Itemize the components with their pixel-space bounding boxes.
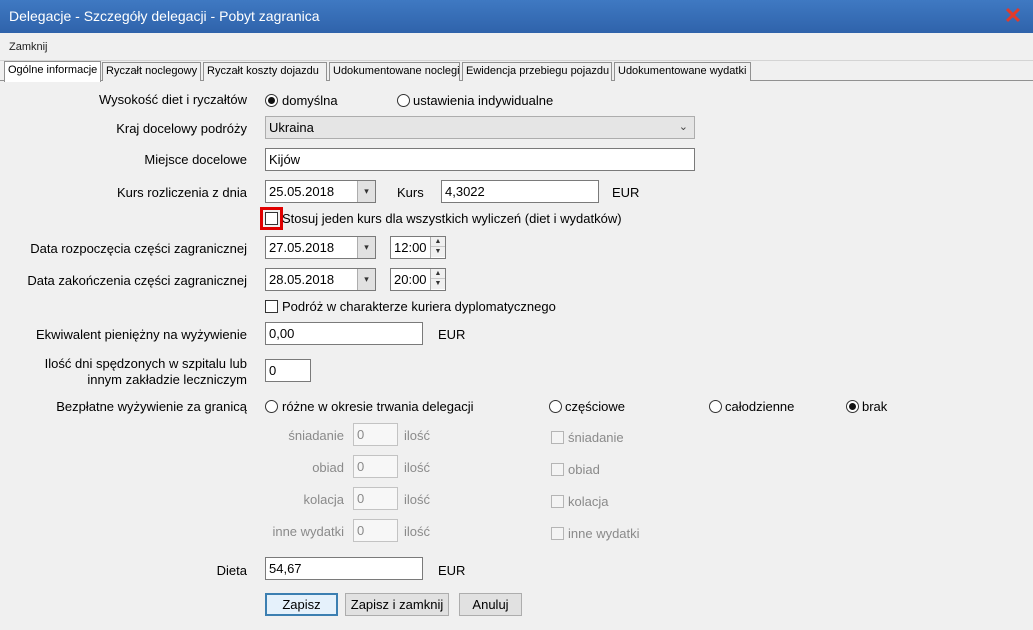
rate-date-picker[interactable]: 25.05.2018 ▾ — [265, 180, 376, 203]
place-input[interactable]: Kijów — [265, 148, 695, 171]
food-equiv-currency: EUR — [438, 327, 466, 342]
meal-dinner-label: kolacja — [303, 492, 344, 507]
radio-free-food-varied-label: różne w okresie trwania delegacji — [282, 399, 474, 414]
courier-checkbox[interactable] — [265, 300, 278, 313]
save-button[interactable]: Zapisz — [265, 593, 338, 616]
end-label: Data zakończenia części zagranicznej — [27, 273, 247, 288]
calendar-dropdown-icon[interactable]: ▾ — [357, 269, 375, 290]
end-time-spinner[interactable]: ▲ ▼ — [430, 269, 445, 290]
meal-other-qty[interactable]: 0 — [353, 519, 398, 542]
meal-other-qty-label: ilość — [404, 524, 431, 539]
start-time-spinner[interactable]: ▲ ▼ — [430, 237, 445, 258]
radio-rates-custom[interactable] — [397, 94, 410, 107]
meal-breakfast-check-label: śniadanie — [568, 430, 624, 445]
hospital-days-input[interactable]: 0 — [265, 359, 311, 382]
meal-dinner-checkbox[interactable] — [551, 495, 564, 508]
country-label: Kraj docelowy podróży — [116, 121, 247, 136]
spin-up-icon[interactable]: ▲ — [431, 237, 445, 247]
radio-free-food-partial-label: częściowe — [565, 399, 625, 414]
tab-lodging-lump[interactable]: Ryczałt noclegowy — [102, 62, 201, 81]
tab-general[interactable]: Ogólne informacje — [4, 61, 101, 82]
start-date-value: 27.05.2018 — [269, 240, 335, 255]
spin-down-icon[interactable]: ▼ — [431, 247, 445, 257]
meal-other-checkbox[interactable] — [551, 527, 564, 540]
food-equiv-input[interactable]: 0,00 — [265, 322, 423, 345]
meal-lunch-check-label: obiad — [568, 462, 600, 477]
menu-close[interactable]: Zamknij — [9, 41, 48, 53]
cancel-button[interactable]: Anuluj — [459, 593, 522, 616]
tab-travel-lump[interactable]: Ryczałt koszty dojazdu — [203, 62, 327, 81]
end-time-value: 20:00 — [394, 272, 427, 287]
meal-other-label: inne wydatki — [272, 524, 344, 539]
diet-input[interactable]: 54,67 — [265, 557, 423, 580]
start-label: Data rozpoczęcia części zagranicznej — [30, 241, 247, 256]
radio-rates-default[interactable] — [265, 94, 278, 107]
meal-breakfast-qty-label: ilość — [404, 428, 431, 443]
meal-other-check-label: inne wydatki — [568, 526, 640, 541]
diet-label: Dieta — [216, 563, 247, 578]
meal-breakfast-checkbox[interactable] — [551, 431, 564, 444]
close-x-icon[interactable]: ✕ — [1003, 5, 1023, 27]
start-date-picker[interactable]: 27.05.2018 ▾ — [265, 236, 376, 259]
meal-breakfast-qty[interactable]: 0 — [353, 423, 398, 446]
tab-documented-expenses[interactable]: Udokumentowane wydatki — [614, 62, 751, 81]
meal-lunch-qty-label: ilość — [404, 460, 431, 475]
radio-free-food-full[interactable] — [709, 400, 722, 413]
spin-up-icon[interactable]: ▲ — [431, 269, 445, 279]
start-time-value: 12:00 — [394, 240, 427, 255]
meal-dinner-qty-label: ilość — [404, 492, 431, 507]
save-close-button[interactable]: Zapisz i zamknij — [345, 593, 449, 616]
meal-lunch-checkbox[interactable] — [551, 463, 564, 476]
radio-free-food-none-label: brak — [862, 399, 888, 414]
country-value: Ukraina — [269, 120, 314, 135]
tab-documented-lodging[interactable]: Udokumentowane noclegi — [329, 62, 460, 81]
radio-free-food-full-label: całodzienne — [725, 399, 795, 414]
radio-rates-default-label: domyślna — [282, 93, 338, 108]
kurs-currency: EUR — [612, 185, 640, 200]
meal-lunch-label: obiad — [312, 460, 344, 475]
single-rate-label: Stosuj jeden kurs dla wszystkich wylicze… — [282, 211, 622, 226]
single-rate-checkbox[interactable] — [265, 212, 278, 225]
start-time-input[interactable]: 12:00 ▲ ▼ — [390, 236, 446, 259]
chevron-down-icon: ⌄ — [678, 121, 688, 133]
kurs-label: Kurs — [397, 185, 424, 200]
free-food-label: Bezpłatne wyżywienie za granicą — [56, 399, 247, 414]
radio-free-food-none[interactable] — [846, 400, 859, 413]
calendar-dropdown-icon[interactable]: ▾ — [357, 237, 375, 258]
rates-label: Wysokość diet i ryczałtów — [99, 92, 247, 107]
place-label: Miejsce docelowe — [144, 152, 247, 167]
radio-free-food-varied[interactable] — [265, 400, 278, 413]
country-select[interactable]: Ukraina ⌄ — [265, 116, 695, 139]
diet-currency: EUR — [438, 563, 466, 578]
end-date-value: 28.05.2018 — [269, 272, 335, 287]
radio-free-food-partial[interactable] — [549, 400, 562, 413]
tab-vehicle-mileage[interactable]: Ewidencja przebiegu pojazdu — [462, 62, 612, 81]
courier-label: Podróż w charakterze kuriera dyplomatycz… — [282, 299, 556, 314]
rate-date-label: Kurs rozliczenia z dnia — [116, 185, 247, 200]
menu-bar — [0, 33, 1033, 61]
meal-dinner-qty[interactable]: 0 — [353, 487, 398, 510]
spin-down-icon[interactable]: ▼ — [431, 279, 445, 289]
end-date-picker[interactable]: 28.05.2018 ▾ — [265, 268, 376, 291]
meal-breakfast-label: śniadanie — [288, 428, 344, 443]
kurs-input[interactable]: 4,3022 — [441, 180, 599, 203]
meal-lunch-qty[interactable]: 0 — [353, 455, 398, 478]
meal-dinner-check-label: kolacja — [568, 494, 609, 509]
hospital-label-1: Ilość dni spędzonych w szpitalu lub — [44, 356, 247, 371]
end-time-input[interactable]: 20:00 ▲ ▼ — [390, 268, 446, 291]
calendar-dropdown-icon[interactable]: ▾ — [357, 181, 375, 202]
rate-date-value: 25.05.2018 — [269, 184, 335, 199]
food-equiv-label: Ekwiwalent pieniężny na wyżywienie — [36, 327, 247, 342]
hospital-label-2: innym zakładzie leczniczym — [87, 372, 247, 387]
radio-rates-custom-label: ustawienia indywidualne — [413, 93, 554, 108]
window-title: Delegacje - Szczegóły delegacji - Pobyt … — [0, 0, 1033, 33]
